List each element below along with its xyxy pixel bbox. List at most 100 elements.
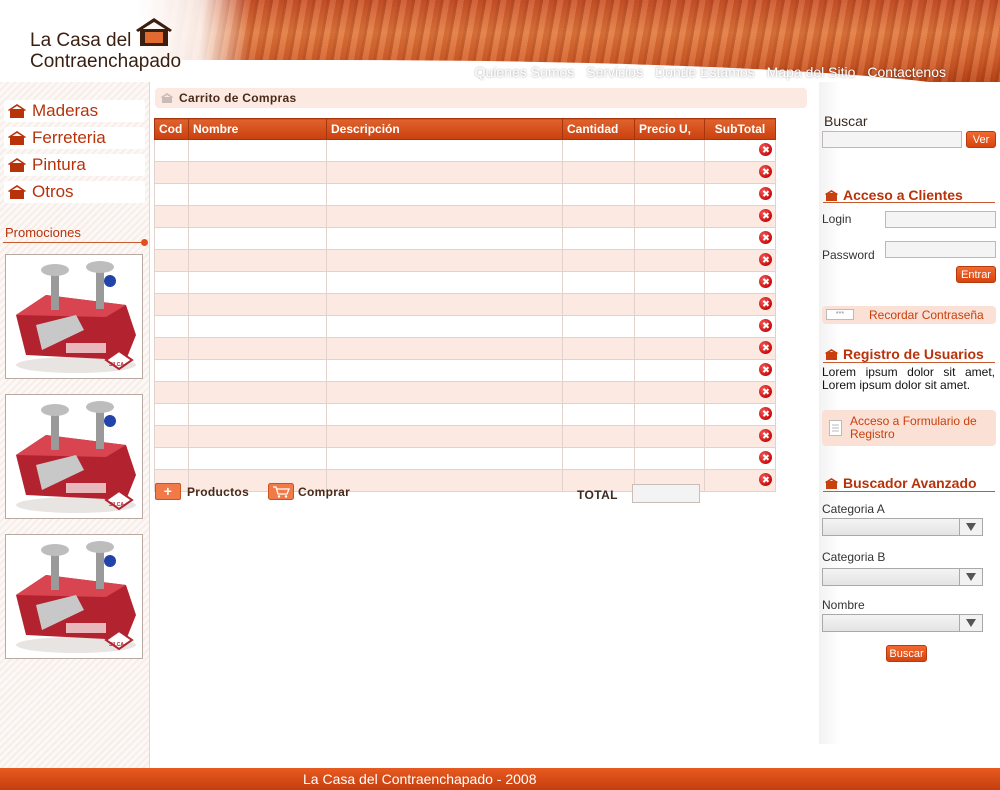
delete-row-icon[interactable] (759, 473, 772, 486)
promo-image[interactable]: SILCA (5, 534, 143, 659)
delete-row-icon[interactable] (759, 209, 772, 222)
table-cell (704, 161, 776, 184)
promotions-divider-dot (141, 239, 148, 246)
delete-row-icon[interactable] (759, 429, 772, 442)
table-cell (634, 447, 705, 470)
delete-row-icon[interactable] (759, 275, 772, 288)
table-cell (326, 315, 563, 338)
delete-row-icon[interactable] (759, 407, 772, 420)
table-cell (154, 381, 189, 404)
nav-servicios[interactable]: Servicios (580, 64, 649, 80)
delete-row-icon[interactable] (759, 165, 772, 178)
category-a-select[interactable] (822, 518, 983, 536)
table-cell (326, 249, 563, 272)
table-cell (634, 205, 705, 228)
name-select[interactable] (822, 614, 983, 632)
password-input[interactable] (885, 241, 996, 258)
cart-body (154, 139, 776, 492)
table-cell (326, 425, 563, 448)
sidebar-item-pintura[interactable]: Pintura (4, 154, 145, 176)
nav-quienes-somos[interactable]: Quienes Somos (469, 64, 581, 80)
table-cell (326, 293, 563, 316)
logo-text-line2: Contraenchapado (30, 51, 182, 72)
table-cell (326, 227, 563, 250)
table-cell (154, 425, 189, 448)
table-cell (188, 139, 327, 162)
document-icon (829, 420, 842, 436)
promo-image[interactable]: SILCA (5, 394, 143, 519)
column-header-descripcion: Descripción (326, 118, 563, 140)
delete-row-icon[interactable] (759, 341, 772, 354)
table-cell (704, 293, 776, 316)
table-cell (154, 205, 189, 228)
search-input[interactable] (822, 131, 962, 148)
key-machine-image (6, 395, 142, 518)
nav-contactenos[interactable]: Contactenos (861, 64, 952, 80)
delete-row-icon[interactable] (759, 385, 772, 398)
page-title-bar: Carrito de Compras (155, 88, 807, 108)
sidebar-item-maderas[interactable]: Maderas (4, 100, 145, 122)
table-cell (704, 205, 776, 228)
table-cell (704, 381, 776, 404)
table-cell (326, 205, 563, 228)
table-cell (154, 161, 189, 184)
table-cell (704, 249, 776, 272)
registration-title-text: Registro de Usuarios (843, 346, 984, 362)
table-cell (634, 249, 705, 272)
table-cell (188, 205, 327, 228)
column-header-cod: Cod (154, 118, 189, 140)
delete-row-icon[interactable] (759, 187, 772, 200)
sidebar-item-ferreteria[interactable]: Ferreteria (4, 127, 145, 149)
table-cell (154, 359, 189, 382)
table-row (154, 447, 776, 470)
remember-password-link[interactable]: *** Recordar Contraseña (822, 306, 996, 324)
registration-form-link[interactable]: Acceso a Formulario de Registro (822, 410, 996, 446)
delete-row-icon[interactable] (759, 297, 772, 310)
column-header-subtotal: SubTotal (704, 118, 776, 140)
table-cell (562, 403, 635, 426)
table-cell (634, 381, 705, 404)
category-b-select[interactable] (822, 568, 983, 586)
search-button[interactable]: Ver (966, 131, 996, 148)
chevron-down-icon (959, 569, 982, 585)
table-cell (188, 161, 327, 184)
buy-button-label: Comprar (298, 484, 351, 499)
advanced-search-button[interactable]: Buscar (886, 645, 927, 662)
delete-row-icon[interactable] (759, 253, 772, 266)
buy-button[interactable]: Comprar (268, 483, 350, 500)
client-access-title: Acceso a Clientes (824, 187, 963, 203)
delete-row-icon[interactable] (759, 319, 772, 332)
page-title: Carrito de Compras (179, 91, 297, 105)
delete-row-icon[interactable] (759, 231, 772, 244)
sidebar-item-otros[interactable]: Otros (4, 181, 145, 203)
table-cell (326, 271, 563, 294)
table-cell (326, 447, 563, 470)
delete-row-icon[interactable] (759, 143, 772, 156)
nav-mapa-del-sitio[interactable]: Mapa del Sitio (761, 64, 862, 80)
login-input[interactable] (885, 211, 996, 228)
table-cell (704, 139, 776, 162)
table-cell (634, 139, 705, 162)
advanced-search-title-text: Buscador Avanzado (843, 475, 977, 491)
promotions-divider (3, 242, 145, 243)
products-button[interactable]: + Productos (155, 483, 249, 500)
table-row (154, 403, 776, 426)
table-cell (188, 359, 327, 382)
nav-donde-estamos[interactable]: Donde Estamos (649, 64, 761, 80)
key-machine-image (6, 535, 142, 658)
table-cell (154, 227, 189, 250)
table-cell (562, 227, 635, 250)
delete-row-icon[interactable] (759, 451, 772, 464)
column-header-cantidad: Cantidad (562, 118, 635, 140)
promo-image[interactable]: SILCA (5, 254, 143, 379)
table-row (154, 425, 776, 448)
table-row (154, 205, 776, 228)
login-submit-button[interactable]: Entrar (956, 266, 996, 283)
house-icon (8, 131, 26, 145)
name-label: Nombre (822, 598, 865, 612)
registration-divider (823, 362, 995, 363)
table-cell (562, 447, 635, 470)
table-cell (188, 249, 327, 272)
table-cell (154, 315, 189, 338)
delete-row-icon[interactable] (759, 363, 772, 376)
